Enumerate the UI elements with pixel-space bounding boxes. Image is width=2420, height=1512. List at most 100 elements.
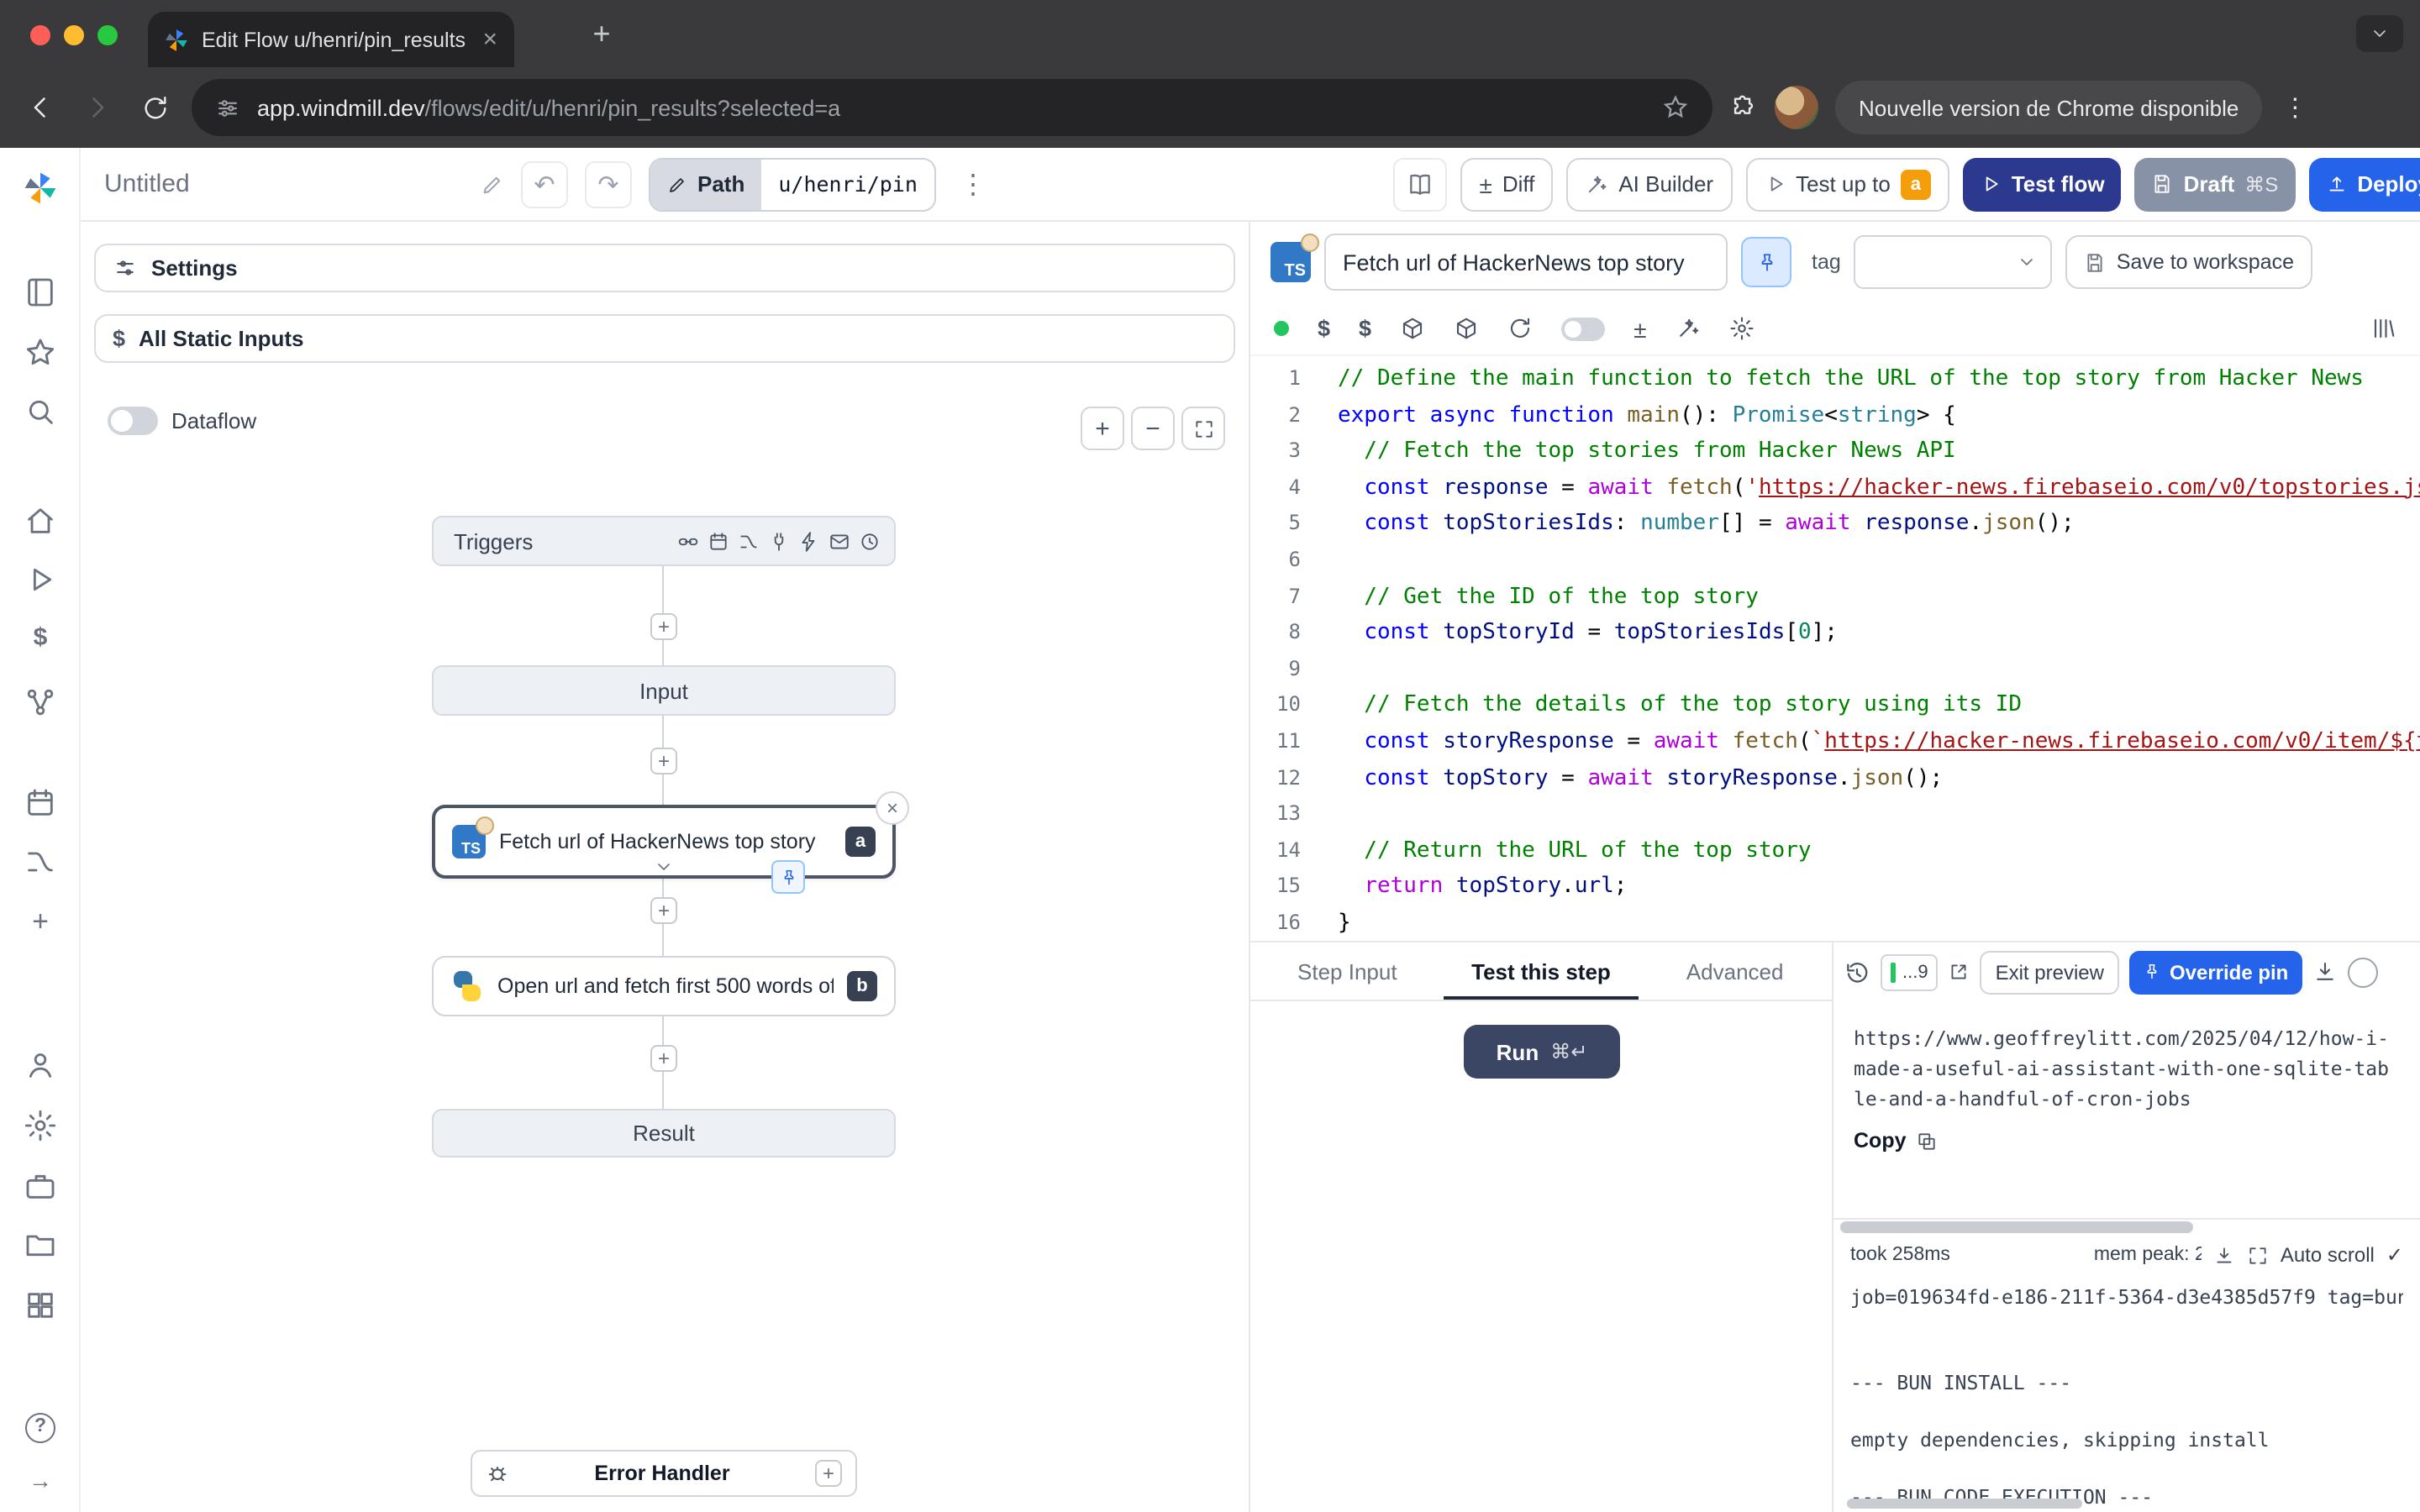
docs-icon[interactable] [24, 276, 57, 309]
insert-step-button[interactable]: + [650, 613, 677, 640]
code-line[interactable]: 2export async function main(): Promise<s… [1250, 397, 2420, 433]
expand-logs-icon[interactable] [2247, 1244, 2269, 1266]
code-line[interactable]: 16} [1250, 906, 2420, 941]
timer-icon[interactable] [2347, 957, 2377, 987]
library-icon[interactable] [2371, 316, 2396, 341]
webhook-icon[interactable] [677, 530, 699, 552]
flow-title-field[interactable]: Untitled [104, 170, 504, 198]
tab-close-icon[interactable]: × [482, 27, 497, 52]
reload-icon[interactable] [134, 87, 175, 128]
user-icon[interactable] [24, 1048, 57, 1082]
error-handler-node[interactable]: Error Handler + [471, 1450, 857, 1497]
flow-settings-row[interactable]: Settings [94, 244, 1235, 292]
settings-gear-icon[interactable] [24, 1109, 57, 1142]
insert-step-button[interactable]: + [650, 897, 677, 924]
test-flow-button[interactable]: Test flow [1963, 157, 2122, 211]
new-tab-button[interactable]: + [581, 15, 622, 55]
save-to-workspace-button[interactable]: Save to workspace [2066, 235, 2312, 289]
minimize-window-button[interactable] [64, 25, 84, 45]
workers-icon[interactable] [24, 1169, 57, 1203]
profile-avatar[interactable] [1775, 86, 1818, 129]
code-line[interactable]: 11 const storyResponse = await fetch(`ht… [1250, 724, 2420, 760]
code-line[interactable]: 1// Define the main function to fetch th… [1250, 361, 2420, 397]
remove-step-icon[interactable]: × [876, 791, 909, 825]
ai-builder-button[interactable]: AI Builder [1566, 157, 1732, 211]
history-icon[interactable] [1844, 958, 1870, 985]
code-line[interactable]: 3 // Fetch the top stories from Hacker N… [1250, 433, 2420, 470]
undo-button[interactable]: ↶ [521, 160, 568, 207]
url-text[interactable]: app.windmill.dev/flows/edit/u/henri/pin_… [257, 95, 1645, 120]
forward-icon[interactable] [77, 87, 118, 128]
diff-button[interactable]: ± Diff [1460, 157, 1553, 211]
dependencies-icon[interactable] [1454, 316, 1479, 341]
collapse-sidebar-icon[interactable]: → [24, 1467, 57, 1500]
dataflow-toggle[interactable] [108, 407, 158, 435]
input-node[interactable]: Input [432, 665, 896, 716]
url-omnibox[interactable]: app.windmill.dev/flows/edit/u/henri/pin_… [192, 79, 1712, 136]
insert-step-button[interactable]: + [650, 1045, 677, 1072]
run-button[interactable]: Run ⌘↵ [1464, 1025, 1620, 1079]
runs-icon[interactable] [24, 563, 57, 596]
insert-step-button[interactable]: + [650, 748, 677, 774]
extensions-icon[interactable] [1729, 93, 1758, 122]
chrome-menu-icon[interactable]: ⋮ [2279, 92, 2311, 123]
schedules-icon[interactable] [24, 786, 57, 820]
diff-icon[interactable]: ± [1634, 315, 1646, 342]
back-icon[interactable] [20, 87, 60, 128]
triggers-node[interactable]: Triggers [432, 516, 896, 566]
routes-icon[interactable] [24, 845, 57, 879]
run-history-badge[interactable]: ...9 [1881, 953, 1939, 990]
code-line[interactable]: 10 // Fetch the details of the top story… [1250, 688, 2420, 724]
websocket-icon[interactable] [768, 530, 790, 552]
tag-select[interactable] [1854, 235, 2053, 289]
home-icon[interactable] [24, 504, 57, 538]
chrome-update-button[interactable]: Nouvelle version de Chrome disponible [1835, 81, 2262, 134]
collapse-step-chevron-icon[interactable] [654, 857, 674, 877]
download-logs-icon[interactable] [2213, 1244, 2235, 1266]
docs-book-button[interactable] [1393, 157, 1447, 211]
code-line[interactable]: 4 const response = await fetch('https://… [1250, 470, 2420, 507]
variables-icon[interactable]: $ [24, 623, 57, 657]
edit-title-pencil-icon[interactable] [481, 172, 504, 196]
maximize-window-button[interactable] [97, 25, 118, 45]
external-link-icon[interactable] [1949, 961, 1970, 983]
bottom-scrollbar[interactable] [1847, 1499, 2082, 1509]
tab-step-input[interactable]: Step Input [1250, 942, 1444, 1000]
schedule-icon[interactable] [708, 530, 729, 552]
step-b-node[interactable]: Open url and fetch first 500 words of ..… [432, 956, 896, 1016]
resources-icon[interactable]: $ [1359, 316, 1371, 341]
browser-tab[interactable]: Edit Flow u/henri/pin_results × [148, 12, 514, 67]
ai-wand-icon[interactable] [1675, 316, 1700, 341]
draft-button[interactable]: Draft ⌘S [2135, 157, 2296, 211]
variables-icon[interactable]: $ [1318, 316, 1330, 341]
test-up-to-button[interactable]: Test up to a [1745, 157, 1949, 211]
folders-icon[interactable] [24, 1228, 57, 1262]
result-node[interactable]: Result [432, 1109, 896, 1158]
favorites-star-icon[interactable] [24, 336, 57, 370]
add-icon[interactable]: + [24, 906, 57, 939]
email-icon[interactable] [829, 530, 850, 552]
tab-test-this-step[interactable]: Test this step [1444, 942, 1639, 1000]
bookmark-star-icon[interactable] [1662, 94, 1689, 121]
override-pin-button[interactable]: Override pin [2129, 950, 2302, 994]
path-edit-button[interactable]: Path [650, 159, 761, 209]
flow-title[interactable]: Untitled [104, 170, 190, 198]
add-error-handler-button[interactable]: + [815, 1460, 842, 1487]
deploy-button[interactable]: Deploy [2308, 157, 2420, 211]
result-url[interactable]: https://www.geoffreylitt.com/2025/04/12/… [1854, 1023, 2395, 1114]
editor-toggle[interactable] [1561, 317, 1605, 340]
pinned-result-indicator[interactable] [771, 860, 805, 894]
log-horizontal-scrollbar[interactable] [1833, 1220, 2420, 1235]
site-settings-icon[interactable] [215, 95, 240, 120]
log-lines[interactable]: job=019634fd-e186-211f-5364-d3e4385d57f9… [1833, 1272, 2420, 1512]
step-a-node-selected[interactable]: TS Fetch url of HackerNews top story a × [432, 805, 896, 879]
reload-icon[interactable] [1507, 316, 1533, 341]
close-window-button[interactable] [30, 25, 50, 45]
fit-view-button[interactable] [1181, 407, 1225, 450]
code-line[interactable]: 12 const topStory = await storyResponse.… [1250, 760, 2420, 796]
code-line[interactable]: 14 // Return the URL of the top story [1250, 832, 2420, 869]
more-options-icon[interactable]: ⋮ [953, 167, 993, 201]
code-editor[interactable]: 1// Define the main function to fetch th… [1250, 356, 2420, 941]
copy-result-button[interactable]: Copy [1854, 1129, 2400, 1152]
editor-settings-gear-icon[interactable] [1728, 316, 1754, 341]
